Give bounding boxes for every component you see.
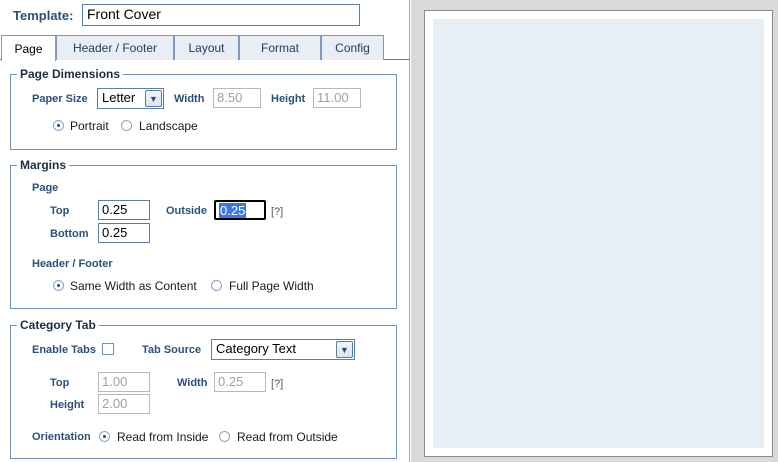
tab-top-input[interactable]: 1.00 — [98, 372, 150, 392]
tab-layout[interactable]: Layout — [174, 35, 239, 60]
template-name-input[interactable]: Front Cover — [82, 4, 360, 26]
top-margin-input[interactable]: 0.25 — [98, 200, 150, 220]
portrait-radio[interactable] — [53, 120, 64, 131]
page-dimensions-group: Page Dimensions Paper Size Letter ▼ Widt… — [10, 67, 397, 150]
template-label: Template: — [13, 8, 74, 23]
tab-height-label: Height — [50, 399, 85, 411]
outside-margin-label: Outside — [166, 205, 207, 217]
enable-tabs-label: Enable Tabs — [32, 344, 96, 356]
preview-pane — [411, 0, 778, 462]
paper-width-input[interactable]: 8.50 — [213, 88, 261, 108]
tab-format[interactable]: Format — [239, 35, 321, 60]
tab-height-input[interactable]: 2.00 — [98, 394, 150, 414]
margins-title: Margins — [17, 158, 70, 172]
preview-content-area — [433, 19, 764, 448]
tab-source-select[interactable]: Category Text ▼ — [211, 339, 355, 360]
bottom-margin-label: Bottom — [50, 228, 89, 240]
category-tab-title: Category Tab — [17, 318, 99, 332]
enable-tabs-checkbox[interactable] — [102, 343, 114, 355]
paper-height-input[interactable]: 11.00 — [313, 88, 361, 108]
read-outside-label[interactable]: Read from Outside — [237, 430, 338, 444]
tab-config[interactable]: Config — [321, 35, 384, 60]
help-icon[interactable]: [?] — [271, 378, 283, 390]
tab-bar: Page Header / Footer Layout Format Confi… — [0, 35, 410, 61]
tab-source-value: Category Text — [216, 341, 296, 356]
help-icon[interactable]: [?] — [271, 206, 283, 218]
page-preview — [424, 10, 773, 457]
full-width-radio[interactable] — [211, 280, 222, 291]
outside-margin-input[interactable]: 0.25 — [214, 200, 266, 220]
read-outside-radio[interactable] — [219, 431, 230, 442]
tab-width-input[interactable]: 0.25 — [214, 372, 266, 392]
settings-panel: Template: Front Cover Page Header / Foot… — [0, 0, 410, 462]
tab-width-label: Width — [177, 377, 208, 389]
orientation-label: Orientation — [32, 431, 91, 443]
tab-page[interactable]: Page — [1, 35, 56, 61]
width-label: Width — [174, 93, 205, 105]
portrait-label[interactable]: Portrait — [70, 119, 109, 133]
category-tab-group: Category Tab Enable Tabs Tab Source Cate… — [10, 318, 397, 459]
same-width-radio[interactable] — [53, 280, 64, 291]
read-inside-radio[interactable] — [99, 431, 110, 442]
margins-group: Margins Page Top 0.25 Outside 0.25 [?] B… — [10, 158, 397, 309]
full-width-label[interactable]: Full Page Width — [229, 279, 314, 293]
tab-source-label: Tab Source — [142, 344, 202, 356]
landscape-radio[interactable] — [121, 120, 132, 131]
paper-size-select[interactable]: Letter ▼ — [97, 88, 164, 109]
page-margins-label: Page — [32, 182, 59, 194]
bottom-margin-input[interactable]: 0.25 — [98, 223, 150, 243]
read-inside-label[interactable]: Read from Inside — [117, 430, 208, 444]
landscape-label[interactable]: Landscape — [139, 119, 198, 133]
page-dimensions-title: Page Dimensions — [17, 67, 124, 81]
chevron-down-icon[interactable]: ▼ — [145, 90, 162, 107]
header-footer-label: Header / Footer — [32, 258, 113, 270]
tab-header-footer[interactable]: Header / Footer — [56, 35, 174, 60]
outside-margin-value: 0.25 — [219, 203, 247, 218]
paper-size-label: Paper Size — [32, 93, 88, 105]
tab-top-label: Top — [50, 377, 70, 389]
chevron-down-icon[interactable]: ▼ — [336, 341, 353, 358]
paper-size-value: Letter — [102, 90, 136, 105]
same-width-label[interactable]: Same Width as Content — [70, 279, 197, 293]
top-margin-label: Top — [50, 205, 70, 217]
height-label: Height — [271, 93, 306, 105]
